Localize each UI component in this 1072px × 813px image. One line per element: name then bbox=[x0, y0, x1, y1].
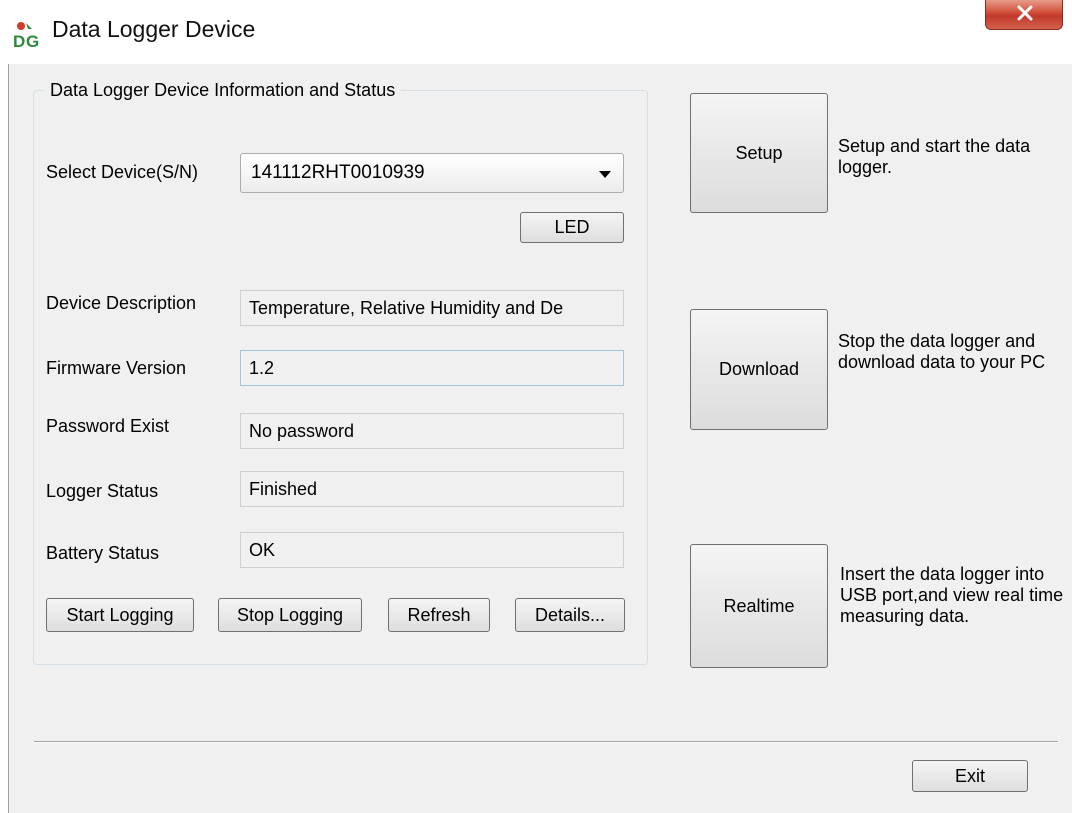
realtime-button[interactable]: Realtime bbox=[690, 544, 828, 668]
logger-status-field[interactable]: Finished bbox=[240, 471, 624, 507]
device-description-label: Device Description bbox=[46, 293, 197, 313]
select-device-label: Select Device(S/N) bbox=[46, 162, 199, 182]
divider bbox=[34, 741, 1058, 743]
logger-status-label: Logger Status bbox=[46, 481, 159, 501]
battery-status-field[interactable]: OK bbox=[240, 532, 624, 568]
device-select-value: 141112RHT0010939 bbox=[251, 162, 425, 183]
refresh-button[interactable]: Refresh bbox=[388, 598, 490, 632]
download-button[interactable]: Download bbox=[690, 309, 828, 430]
details-button[interactable]: Details... bbox=[515, 598, 625, 632]
title-bar: D G Data Logger Device bbox=[0, 0, 1072, 64]
firmware-version-field[interactable]: 1.2 bbox=[240, 350, 624, 386]
svg-text:G: G bbox=[26, 32, 39, 49]
exit-button[interactable]: Exit bbox=[912, 760, 1028, 792]
firmware-version-label: Firmware Version bbox=[46, 358, 187, 378]
led-button[interactable]: LED bbox=[520, 212, 624, 243]
setup-description: Setup and start the data logger. bbox=[838, 136, 1031, 177]
window-title: Data Logger Device bbox=[52, 16, 256, 42]
realtime-description: Insert the data logger into USB port,and… bbox=[840, 564, 1064, 626]
password-exist-label: Password Exist bbox=[46, 416, 170, 436]
device-description-field[interactable]: Temperature, Relative Humidity and De bbox=[240, 290, 624, 326]
close-icon bbox=[1017, 5, 1033, 21]
device-select[interactable]: 141112RHT0010939 bbox=[240, 153, 624, 193]
password-exist-field[interactable]: No password bbox=[240, 413, 624, 449]
stop-logging-button[interactable]: Stop Logging bbox=[218, 598, 362, 632]
download-description: Stop the data logger and download data t… bbox=[838, 331, 1046, 372]
group-legend: Data Logger Device Information and Statu… bbox=[44, 80, 402, 101]
close-button[interactable] bbox=[985, 0, 1063, 30]
svg-text:D: D bbox=[13, 32, 25, 49]
chevron-down-icon[interactable] bbox=[599, 171, 611, 178]
start-logging-button[interactable]: Start Logging bbox=[46, 598, 194, 632]
setup-button[interactable]: Setup bbox=[690, 93, 828, 213]
battery-status-label: Battery Status bbox=[46, 543, 160, 563]
dg-logo-icon: D G bbox=[12, 21, 42, 49]
